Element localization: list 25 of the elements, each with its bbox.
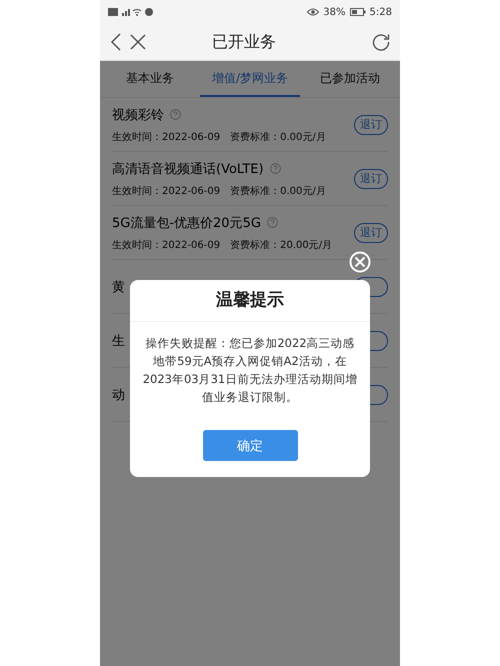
service-details: 生效时间：2022-06-09 资费标准：0.00元/月	[112, 184, 326, 198]
unsubscribe-button[interactable]: 退订	[354, 168, 388, 188]
unsubscribe-button[interactable]: 退订	[354, 222, 388, 242]
tab[interactable]: 基本业务	[100, 61, 200, 97]
service-details: 生效时间：2022-06-09 资费标准：0.00元/月	[112, 130, 326, 144]
confirm-button[interactable]: 确定	[202, 430, 298, 461]
unsubscribe-button[interactable]: 退订	[354, 114, 388, 134]
service-name: 5G流量包-优惠价20元5G	[112, 214, 261, 232]
clock: 5:28	[370, 6, 392, 18]
service-name: 黄	[112, 278, 125, 296]
service-name: 动	[112, 386, 125, 404]
service-details: 生效时间：2022-06-09 资费标准：20.00元/月	[112, 238, 332, 252]
service-name: 视频彩铃	[112, 106, 164, 124]
back-icon[interactable]	[110, 33, 122, 51]
dialog-message: 操作失败提醒：您已参加2022高三动感地带59元A预存入网促销A2活动，在2023年03月31日前无法办理活动期间增值业务退订限制。	[142, 335, 358, 406]
battery-icon	[350, 8, 366, 16]
dialog-title: 温馨提示	[130, 280, 370, 322]
refresh-icon[interactable]	[372, 33, 390, 51]
service-name: 生	[112, 332, 125, 350]
service-name: 高清语音视频通话(VoLTE)	[112, 160, 264, 178]
tab[interactable]: 已参加活动	[300, 61, 400, 97]
eye-icon	[307, 8, 320, 16]
page-title: 已开业务	[211, 32, 277, 52]
close-icon[interactable]	[130, 34, 146, 50]
battery-percent: 38%	[323, 6, 346, 18]
